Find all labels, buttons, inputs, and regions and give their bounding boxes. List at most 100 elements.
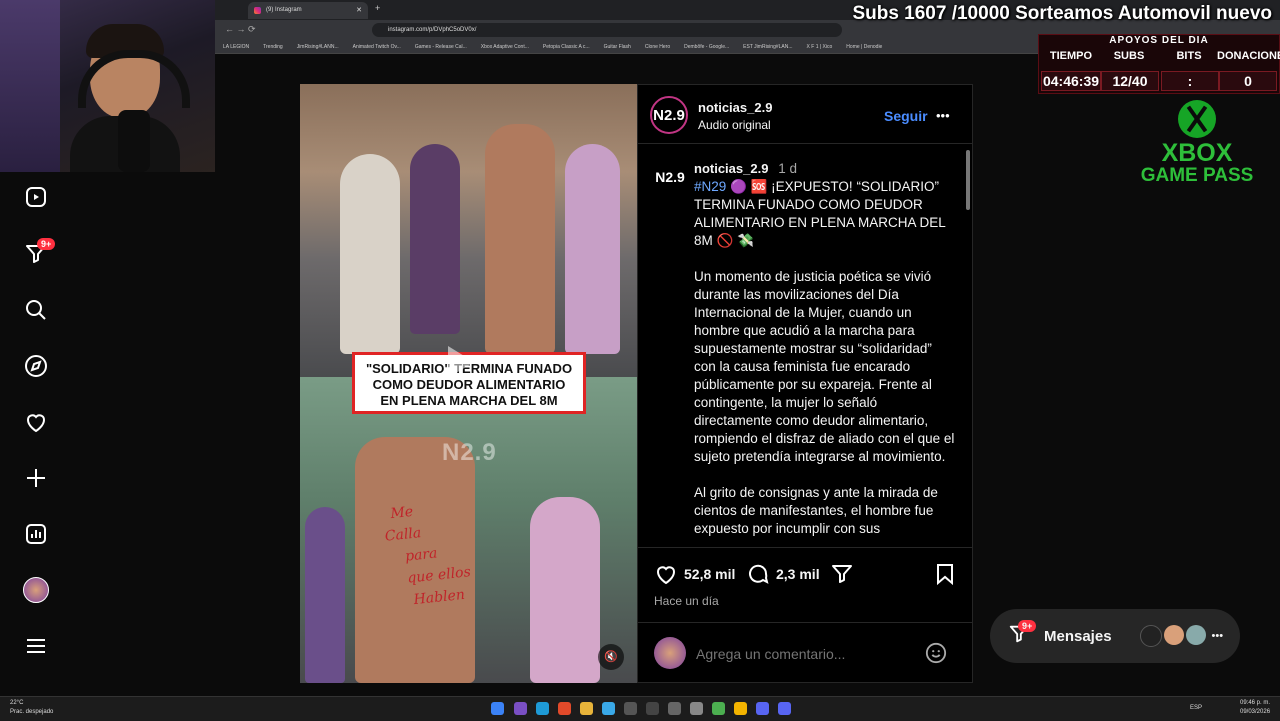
bookmark-item[interactable]: Home | Denodie [846, 44, 882, 50]
messages-badge: 9+ [1018, 620, 1037, 632]
xbox-game-pass-logo: XBOX GAME PASS [1133, 100, 1261, 186]
apoyos-widget: APOYOS DEL DIA TIEMPO SUBS BITS DONACION… [1038, 34, 1280, 94]
browser-tab-instagram[interactable]: (9) Instagram ✕ [248, 2, 368, 19]
value-subs: 12/40 [1101, 71, 1159, 91]
discord-icon[interactable] [778, 702, 791, 715]
caption-time: 1 d [778, 161, 797, 176]
edge-icon[interactable] [536, 702, 549, 715]
bookmark-item[interactable]: Trending [263, 44, 283, 50]
posted-time: Hace un día [654, 594, 719, 608]
likes-count[interactable]: 52,8 mil [684, 566, 735, 582]
comments-count[interactable]: 2,3 mil [776, 566, 820, 582]
caption-headline: 🟣 🆘 ¡EXPUESTO! “SOLIDARIO” TERMINA FUNAD… [694, 179, 946, 248]
search-icon[interactable] [22, 296, 50, 324]
settings-icon[interactable] [690, 702, 703, 715]
back-writing: Me Calla para que ellos Hablen [384, 503, 472, 609]
messages-button[interactable]: 9+ Mensajes ••• [990, 609, 1240, 663]
xbox-icon [1178, 100, 1216, 138]
bookmark-item[interactable]: Guitar Flash [604, 44, 631, 50]
divider [638, 547, 972, 548]
value-bits: : [1161, 71, 1219, 91]
create-icon[interactable] [22, 464, 50, 492]
caption-area: noticias_2.9 1 d #N29 🟣 🆘 ¡EXPUESTO! “SO… [694, 160, 956, 546]
bookmark-item[interactable]: Dembôfe - Google... [684, 44, 729, 50]
dashboard-icon[interactable] [22, 520, 50, 548]
caption-scrollbar[interactable] [966, 150, 970, 210]
bookmark-item[interactable]: Clone Hero [645, 44, 670, 50]
bookmark-item[interactable]: Petopia Classic A c... [543, 44, 590, 50]
current-user-avatar [654, 637, 686, 669]
author-avatar[interactable]: N2.9 [650, 96, 688, 134]
more-icon[interactable]: ••• [1212, 630, 1224, 642]
notifications-badge: 9+ [37, 238, 56, 250]
caption-username[interactable]: noticias_2.9 [694, 161, 768, 176]
comment-icon[interactable] [746, 562, 770, 591]
video-scene-top [300, 84, 637, 377]
play-icon[interactable] [448, 346, 474, 378]
col-bits: BITS [1176, 50, 1202, 62]
store-icon[interactable] [602, 702, 615, 715]
mute-icon[interactable]: 🔇 [598, 644, 624, 670]
bookmark-item[interactable]: JimRising#LANN... [297, 44, 339, 50]
share-icon[interactable] [830, 562, 854, 591]
app-icon[interactable] [668, 702, 681, 715]
clock-date[interactable]: 09/03/2026 [1240, 709, 1270, 715]
new-tab-button[interactable]: + [375, 3, 380, 13]
webcam-overlay [0, 0, 215, 172]
value-donaciones: 0 [1219, 71, 1277, 91]
author-username[interactable]: noticias_2.9 [698, 100, 772, 115]
microphone [118, 110, 150, 172]
explore-icon[interactable] [22, 352, 50, 380]
folder-icon[interactable] [580, 702, 593, 715]
app-icon[interactable] [712, 702, 725, 715]
bookmark-item[interactable]: LA LEGION [223, 44, 249, 50]
comment-input[interactable] [694, 642, 918, 666]
post-media-video[interactable]: N2.9 Me Calla para que ellos Hablen "SOL… [300, 84, 637, 683]
bookmark-item[interactable]: EST JimRising#LAN... [743, 44, 792, 50]
bookmark-item[interactable]: Games - Release Cal... [415, 44, 467, 50]
language-indicator[interactable]: ESP [1190, 705, 1202, 711]
app-icon[interactable] [646, 702, 659, 715]
brave-icon[interactable] [558, 702, 571, 715]
weather-temp[interactable]: 22°C [10, 700, 23, 706]
follow-button[interactable]: Seguir [884, 108, 928, 124]
audio-label[interactable]: Audio original [698, 118, 771, 132]
heart-icon[interactable] [22, 408, 50, 436]
address-bar[interactable]: instagram.com/p/DVphC5oDV0x/ [372, 23, 842, 37]
profile-avatar[interactable] [22, 576, 50, 604]
bookmark-item[interactable]: Xbox Adaptive Cont... [481, 44, 529, 50]
caption-avatar[interactable]: N2.9 [653, 160, 687, 194]
app-icon[interactable] [514, 702, 527, 715]
clock-time[interactable]: 09:46 p. m. [1240, 700, 1270, 706]
app-icon[interactable] [756, 702, 769, 715]
caption-paragraph-2: Al grito de consignas y ante la mirada d… [694, 485, 938, 536]
close-tab-icon[interactable]: ✕ [356, 2, 362, 19]
stream-title: Subs 1607 /10000 Sorteamos Automovil nue… [852, 3, 1272, 24]
bookmark-item[interactable]: X F 1 | Xico [807, 44, 833, 50]
start-icon[interactable] [491, 702, 504, 715]
messages-label: Mensajes [1044, 627, 1112, 645]
background-shelf [0, 0, 60, 172]
menu-icon[interactable] [22, 632, 50, 660]
more-options-icon[interactable]: ••• [936, 108, 950, 123]
divider [638, 143, 972, 144]
hashtag-link[interactable]: #N29 [694, 179, 726, 194]
weather-desc[interactable]: Prac. despejado [10, 709, 53, 715]
col-donaciones: DONACIONES [1217, 50, 1280, 62]
watermark: N2.9 [442, 439, 497, 466]
caption-paragraph-1: Un momento de justicia poética se vivió … [694, 269, 955, 464]
messages-avatars [1139, 625, 1206, 647]
chrome-icon[interactable] [734, 702, 747, 715]
apoyos-header: APOYOS DEL DIA [1109, 35, 1209, 46]
emoji-icon[interactable] [925, 642, 947, 669]
save-icon[interactable] [933, 562, 957, 591]
app-icon[interactable] [624, 702, 637, 715]
reels-icon[interactable] [22, 183, 50, 211]
instagram-favicon-icon [254, 7, 261, 14]
tab-title: (9) Instagram [266, 7, 302, 13]
nav-buttons[interactable]: ← → ⟳ [225, 24, 256, 35]
divider [638, 622, 972, 623]
like-icon[interactable] [654, 562, 678, 591]
bookmark-item[interactable]: Animated Twitch Ov... [353, 44, 401, 50]
url-text: instagram.com/p/DVphC5oDV0x/ [388, 27, 477, 33]
